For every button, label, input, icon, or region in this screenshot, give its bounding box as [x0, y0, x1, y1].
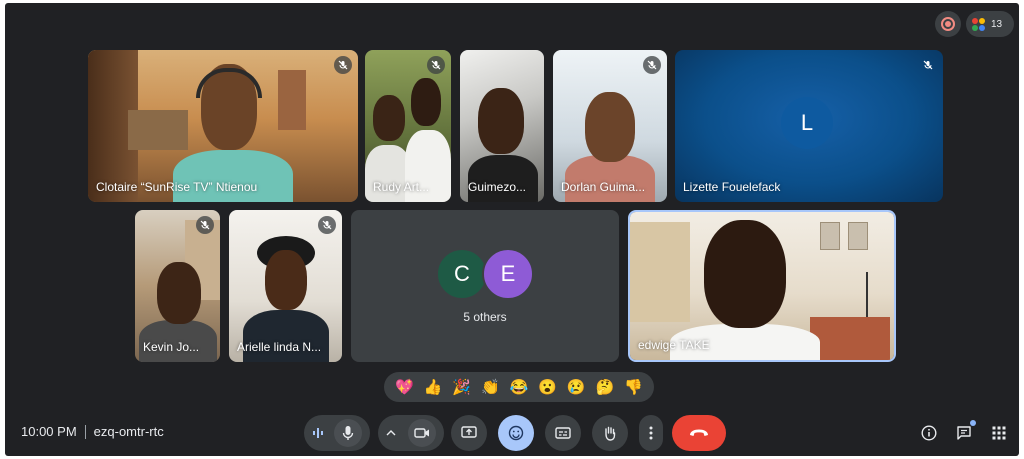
participant-avatar: C — [436, 248, 488, 300]
participants-button[interactable]: 13 — [966, 11, 1014, 37]
muted-mic-icon — [919, 56, 937, 74]
emoji-icon — [508, 425, 524, 441]
participant-tile[interactable]: Dorlan Guima... — [553, 50, 667, 202]
record-icon — [941, 17, 955, 31]
reaction-thumbs-up-button[interactable]: 👍 — [424, 380, 443, 395]
participant-tile[interactable]: Arielle linda N... — [229, 210, 342, 362]
participant-name: Guimezo... — [468, 180, 527, 194]
chat-button[interactable] — [954, 420, 976, 443]
participant-name: edwige TAKE — [638, 338, 710, 352]
present-screen-button[interactable] — [451, 415, 487, 451]
participant-tile[interactable]: L Lizette Fouelefack — [675, 50, 943, 202]
reactions-bar: 💖 👍 🎉 👏 😂 😮 😢 🤔 👎 — [384, 372, 654, 402]
avatar-initial: C — [454, 261, 470, 286]
reaction-laugh-button[interactable]: 😂 — [510, 380, 529, 395]
raise-hand-icon — [605, 426, 616, 441]
participant-name: Lizette Fouelefack — [683, 180, 781, 194]
captions-button[interactable] — [545, 415, 581, 451]
muted-mic-icon — [427, 56, 445, 74]
leave-call-icon — [690, 429, 708, 436]
notification-dot — [970, 420, 976, 426]
camera-control — [378, 415, 444, 451]
participant-name: Clotaire “SunRise TV” Ntienou — [96, 180, 258, 194]
participant-tile[interactable]: Guimezo... — [460, 50, 544, 202]
avatar-initial: E — [500, 261, 516, 286]
meeting-time: 10:00 PM — [21, 424, 77, 439]
avatar-initial: L — [800, 110, 814, 135]
info-icon — [921, 425, 937, 441]
participant-avatar: E — [482, 248, 534, 300]
meeting-window: 13 Clotaire “SunRise TV” Ntienou Rudy Ar… — [5, 3, 1019, 456]
meeting-code: ezq-omtr-rtc — [93, 424, 164, 439]
reaction-thinking-button[interactable]: 🤔 — [596, 380, 615, 395]
participant-name: Arielle linda N... — [237, 340, 322, 354]
participant-name: Rudy Art... — [373, 180, 430, 194]
participant-name: Kevin Jo... — [143, 340, 200, 354]
divider — [84, 424, 86, 439]
reaction-party-button[interactable]: 🎉 — [452, 380, 471, 395]
muted-mic-icon — [643, 56, 661, 74]
raise-hand-button[interactable] — [592, 415, 628, 451]
others-count-label: 5 others — [463, 310, 507, 324]
participant-tile[interactable]: Rudy Art... — [365, 50, 451, 202]
recording-indicator-button[interactable] — [935, 11, 961, 37]
camera-icon — [414, 428, 429, 438]
chevron-up-icon[interactable] — [386, 429, 396, 437]
participant-tile[interactable]: Kevin Jo... — [135, 210, 220, 362]
others-tile[interactable]: C E 5 others — [351, 210, 619, 362]
activities-button[interactable] — [989, 423, 1009, 443]
meeting-info: 10:00 PM ezq-omtr-rtc — [21, 424, 164, 439]
others-avatars: C E — [351, 248, 619, 300]
microphone-button[interactable] — [334, 419, 362, 447]
microphone-control — [304, 415, 370, 451]
leave-call-button[interactable] — [672, 415, 726, 451]
emoji-reactions-button[interactable] — [498, 415, 534, 451]
reaction-surprised-button[interactable]: 😮 — [538, 380, 557, 395]
participant-tile-active-speaker[interactable]: edwige TAKE — [628, 210, 896, 362]
muted-mic-icon — [334, 56, 352, 74]
muted-mic-icon — [318, 216, 336, 234]
more-options-icon — [649, 426, 653, 440]
apps-grid-icon — [992, 426, 1006, 440]
muted-mic-icon — [196, 216, 214, 234]
more-options-button[interactable] — [639, 415, 663, 451]
people-icon — [972, 17, 985, 31]
participant-avatar: L — [781, 97, 833, 149]
meeting-details-button[interactable] — [919, 423, 939, 443]
reaction-sad-button[interactable]: 😢 — [567, 380, 586, 395]
reaction-clap-button[interactable]: 👏 — [481, 380, 500, 395]
chat-icon — [957, 426, 971, 440]
reaction-thumbs-down-button[interactable]: 👎 — [624, 380, 643, 395]
participant-tile[interactable]: Clotaire “SunRise TV” Ntienou — [88, 50, 358, 202]
microphone-icon — [342, 426, 354, 440]
camera-button[interactable] — [408, 419, 436, 447]
audio-level-icon — [313, 428, 323, 438]
reaction-heart-button[interactable]: 💖 — [395, 380, 414, 395]
participant-name: Dorlan Guima... — [561, 180, 646, 194]
participants-count: 13 — [991, 18, 1003, 30]
captions-icon — [555, 427, 571, 439]
present-screen-icon — [461, 426, 477, 438]
